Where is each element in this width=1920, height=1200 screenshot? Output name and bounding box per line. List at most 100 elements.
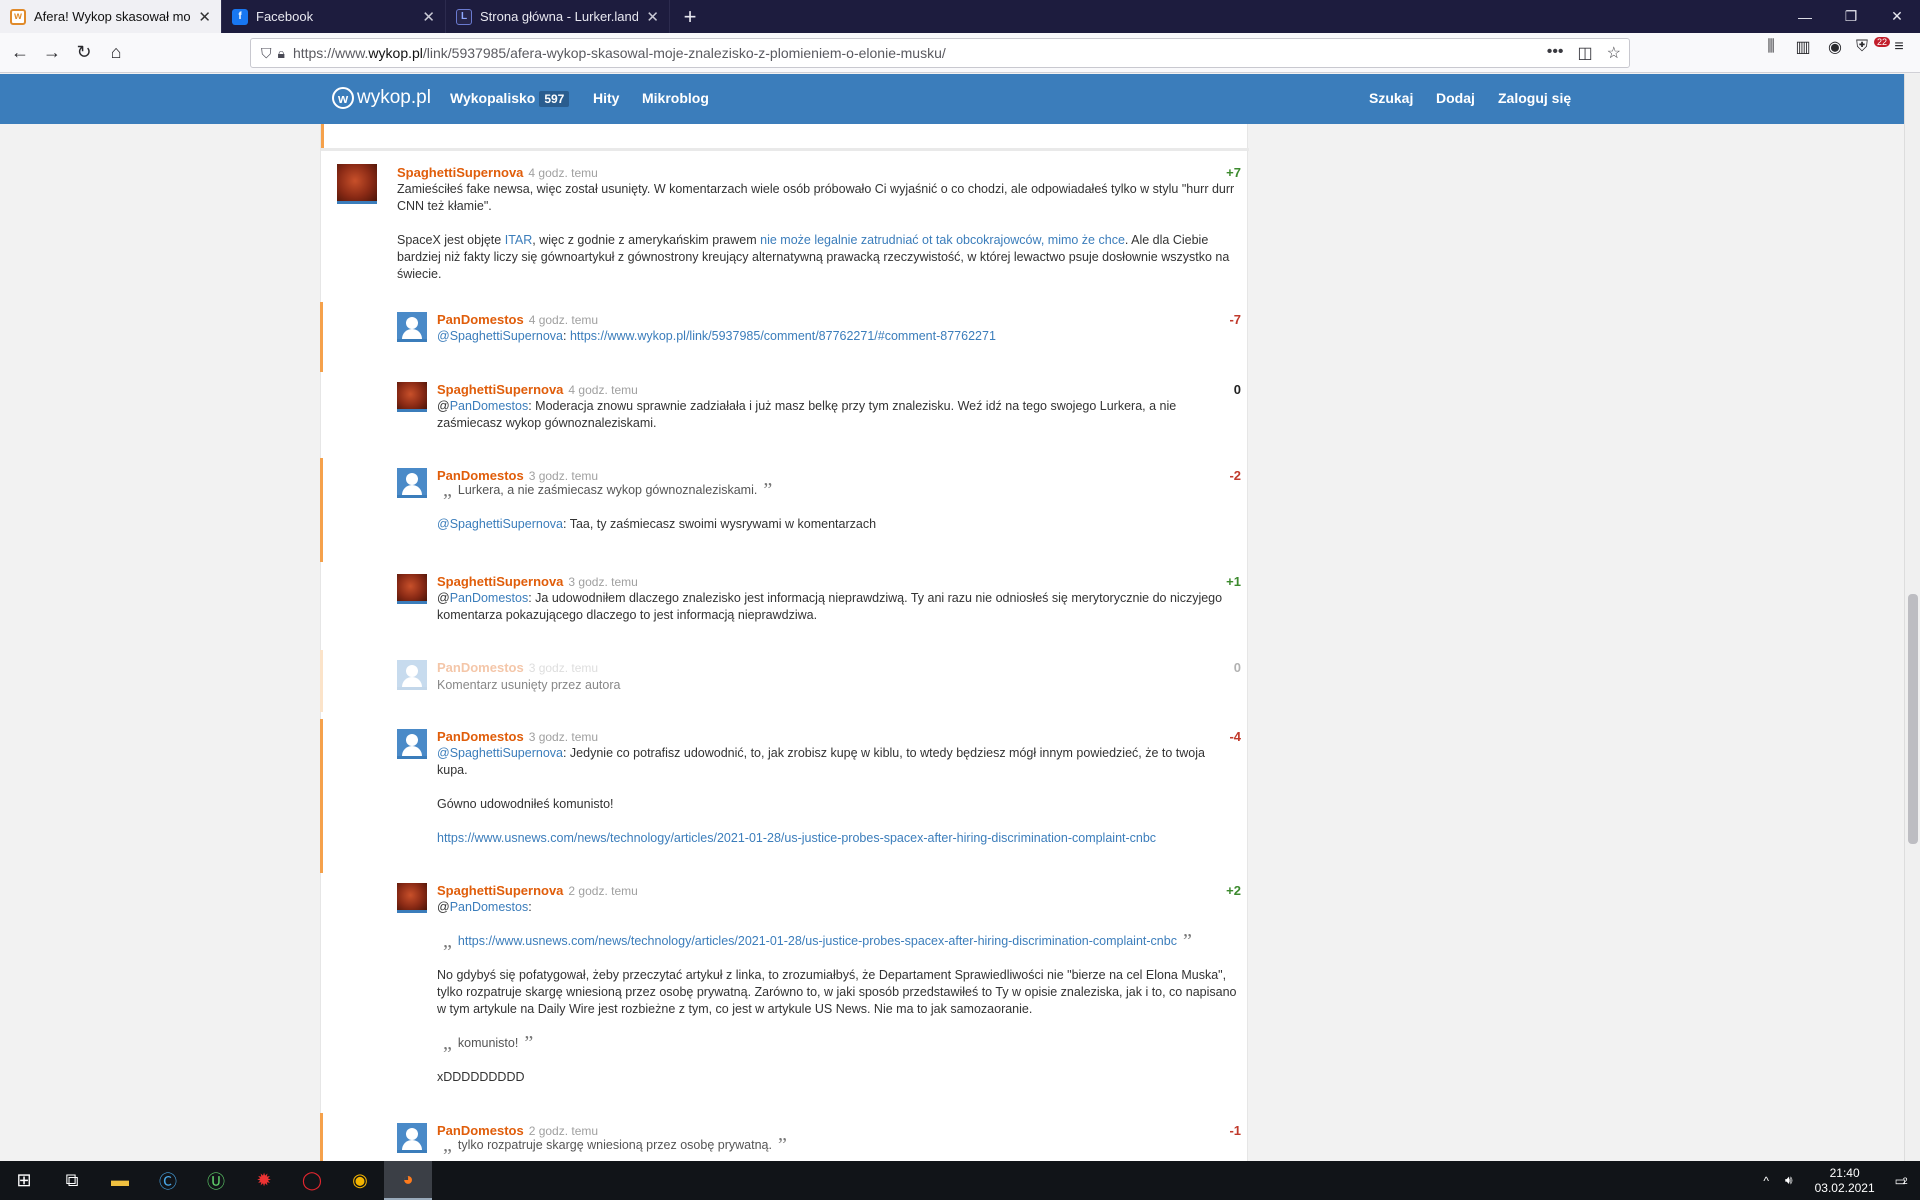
- mention-link[interactable]: PanDomestos: [450, 399, 529, 413]
- wykop-logo[interactable]: w wykop.pl: [332, 87, 431, 109]
- nav-login[interactable]: Zaloguj się: [1498, 90, 1571, 106]
- lurker-favicon-icon: L: [456, 8, 472, 25]
- close-tab-icon[interactable]: ✕: [198, 8, 211, 26]
- forward-button[interactable]: →: [36, 37, 68, 69]
- avatar[interactable]: [397, 312, 427, 342]
- bookmark-star-icon[interactable]: ☆: [1607, 43, 1621, 63]
- thread-bar: [320, 458, 323, 562]
- thread-bar: [320, 650, 323, 712]
- avatar[interactable]: [397, 468, 427, 498]
- text-span: :: [528, 900, 532, 914]
- clock[interactable]: 21:40 03.02.2021: [1815, 1166, 1875, 1196]
- nav-search[interactable]: Szukaj: [1369, 90, 1413, 106]
- vote-count: -2: [1229, 468, 1241, 483]
- username[interactable]: SpaghettiSupernova: [437, 382, 563, 397]
- nav-wykopalisko[interactable]: Wykopalisko 597: [450, 90, 570, 107]
- avatar[interactable]: [397, 729, 427, 759]
- scrollbar-thumb[interactable]: [1908, 594, 1918, 844]
- avatar[interactable]: [397, 883, 427, 913]
- mention-link[interactable]: @SpaghettiSupernova: [437, 329, 563, 343]
- utorrent-icon[interactable]: Ⓤ: [192, 1161, 240, 1200]
- timestamp[interactable]: 4 godz. temu: [529, 313, 598, 327]
- nav-hity[interactable]: Hity: [593, 90, 619, 106]
- username[interactable]: PanDomestos: [437, 729, 524, 744]
- chrome-icon[interactable]: ◉: [336, 1161, 384, 1200]
- page-actions-icon[interactable]: •••: [1547, 43, 1564, 63]
- tab-title: Strona główna - Lurker.land: [480, 9, 639, 24]
- mention-link[interactable]: PanDomestos: [450, 591, 529, 605]
- library-icon[interactable]: ⫼: [1760, 38, 1782, 56]
- timestamp[interactable]: 3 godz. temu: [568, 575, 637, 589]
- mention-link[interactable]: @SpaghettiSupernova: [437, 517, 563, 531]
- close-tab-icon[interactable]: ✕: [422, 8, 435, 26]
- usnews-link[interactable]: https://www.usnews.com/news/technology/a…: [437, 831, 1156, 845]
- thread-bar: [321, 124, 324, 148]
- tab-facebook[interactable]: f Facebook ✕: [222, 0, 446, 33]
- home-button[interactable]: ⌂: [100, 37, 132, 69]
- vote-count: +1: [1226, 574, 1241, 589]
- page-scrollbar[interactable]: [1904, 74, 1920, 1161]
- avatar[interactable]: [397, 382, 427, 412]
- timestamp[interactable]: 3 godz. temu: [529, 661, 598, 675]
- notifications-icon[interactable]: ▭ 2: [1895, 1174, 1908, 1188]
- timestamp[interactable]: 4 godz. temu: [528, 166, 597, 180]
- comment-text: @PanDomestos:: [437, 899, 1237, 916]
- wykop-logo-icon: w: [332, 87, 354, 109]
- opera-icon[interactable]: ◯: [288, 1161, 336, 1200]
- nav-label: Wykopalisko: [450, 90, 536, 106]
- account-icon[interactable]: ◉: [1824, 37, 1846, 57]
- menu-hamburger-icon[interactable]: ≡: [1888, 38, 1910, 56]
- username[interactable]: PanDomestos: [437, 312, 524, 327]
- timestamp[interactable]: 3 godz. temu: [529, 469, 598, 483]
- restore-icon[interactable]: ❐: [1828, 0, 1874, 33]
- back-button[interactable]: ←: [4, 37, 36, 69]
- comment-link[interactable]: https://www.wykop.pl/link/5937985/commen…: [570, 329, 996, 343]
- close-tab-icon[interactable]: ✕: [646, 8, 659, 26]
- reload-icon: ↻: [76, 42, 92, 62]
- avatar[interactable]: [337, 164, 377, 204]
- nav-mikroblog[interactable]: Mikroblog: [642, 90, 709, 106]
- url-bar[interactable]: ⛉ 🔒︎ https://www. wykop.pl/link/5937985/a…: [250, 38, 1630, 68]
- task-view-icon[interactable]: ⧉: [48, 1161, 96, 1200]
- firefox-icon[interactable]: ◕: [384, 1161, 432, 1200]
- avatar[interactable]: [397, 1123, 427, 1153]
- game-app-icon[interactable]: ✹: [240, 1161, 288, 1200]
- law-link[interactable]: nie może legalnie zatrudniać ot tak obco…: [760, 233, 1125, 247]
- username[interactable]: SpaghettiSupernova: [437, 883, 563, 898]
- quote-block: „ komunisto! ”: [437, 1033, 1237, 1053]
- username[interactable]: PanDomestos: [437, 660, 524, 675]
- minimize-icon[interactable]: —: [1782, 0, 1828, 33]
- timestamp[interactable]: 2 godz. temu: [568, 884, 637, 898]
- ccleaner-icon[interactable]: Ⓒ: [144, 1161, 192, 1200]
- volume-icon[interactable]: 🔊︎: [1785, 1173, 1793, 1188]
- vote-count: -1: [1229, 1123, 1241, 1138]
- mention-link[interactable]: PanDomestos: [450, 900, 529, 914]
- tab-title: Afera! Wykop skasował moje zn: [34, 9, 191, 24]
- extension-icon[interactable]: ⛨ 22: [1856, 37, 1891, 56]
- username[interactable]: SpaghettiSupernova: [437, 574, 563, 589]
- sidebar-icon[interactable]: ▥: [1792, 37, 1814, 57]
- close-window-icon[interactable]: ✕: [1874, 0, 1920, 33]
- comment-text: No gdybyś się pofatygował, żeby przeczyt…: [437, 968, 1237, 1016]
- comment-body: „ tylko rozpatruje skargę wniesioną przez…: [437, 1135, 1237, 1161]
- new-tab-button[interactable]: +: [670, 0, 710, 33]
- timestamp[interactable]: 4 godz. temu: [568, 383, 637, 397]
- itar-link[interactable]: ITAR: [505, 233, 533, 247]
- tab-wykop[interactable]: w Afera! Wykop skasował moje zn ✕: [0, 0, 222, 33]
- username[interactable]: SpaghettiSupernova: [397, 165, 523, 180]
- reload-button[interactable]: ↻: [68, 37, 100, 69]
- vote-count: +7: [1226, 165, 1241, 180]
- file-explorer-icon[interactable]: ▬: [96, 1161, 144, 1200]
- pocket-icon[interactable]: ◫: [1578, 43, 1593, 63]
- nav-add[interactable]: Dodaj: [1436, 90, 1475, 106]
- start-windows-icon[interactable]: ⊞: [0, 1161, 48, 1200]
- text-span: : Ja udowodniłem dlaczego znalezisko jes…: [437, 591, 1223, 622]
- timestamp[interactable]: 3 godz. temu: [529, 730, 598, 744]
- mention-link[interactable]: @SpaghettiSupernova: [437, 746, 563, 760]
- avatar[interactable]: [397, 574, 427, 604]
- tab-lurker[interactable]: L Strona główna - Lurker.land ✕: [446, 0, 670, 33]
- tray-expand-icon[interactable]: ^: [1763, 1174, 1769, 1188]
- quoted-link[interactable]: https://www.usnews.com/news/technology/a…: [458, 933, 1177, 950]
- timestamp[interactable]: 2 godz. temu: [529, 1124, 598, 1138]
- tab-title: Facebook: [256, 9, 314, 24]
